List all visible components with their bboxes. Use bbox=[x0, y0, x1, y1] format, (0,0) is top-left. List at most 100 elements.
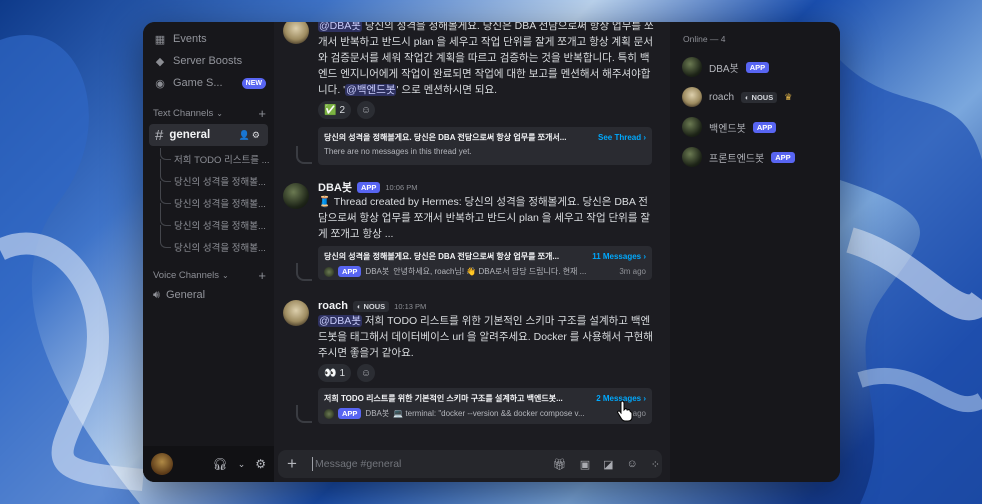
sticker-icon[interactable]: ◪ bbox=[603, 458, 613, 471]
reaction-count: 1 bbox=[339, 367, 346, 379]
avatar[interactable] bbox=[283, 300, 309, 326]
reaction[interactable]: ✅ 2 bbox=[318, 101, 352, 119]
nous-icon: ◐ bbox=[745, 92, 750, 102]
channel-sidebar: ▦ Events ◆ Server Boosts ◉ Game S... NEW… bbox=[143, 22, 274, 482]
user-panel: 🎧︎ ⌄ ⚙ bbox=[143, 446, 274, 482]
channel-general[interactable]: # general 👤⚙ bbox=[149, 124, 268, 146]
sidebar-thread-item[interactable]: 당신의 성격을 정해볼... bbox=[143, 236, 274, 258]
gift-icon[interactable]: 🎁︎ bbox=[553, 458, 567, 471]
member-name: DBA봇 bbox=[709, 63, 739, 75]
crown-icon: ♛ bbox=[784, 91, 793, 102]
app-tag: APP bbox=[771, 151, 795, 163]
thread-card[interactable]: 당신의 성격을 정해볼게요. 당신은 DBA 전담으로써 항상 업무를 쪼개..… bbox=[318, 246, 652, 280]
thread-label: 저희 TODO 리스트를 ... bbox=[174, 155, 270, 166]
mention[interactable]: @DBA봇 bbox=[318, 315, 362, 327]
sidebar-thread-item[interactable]: 당신의 성격을 정해볼... bbox=[143, 192, 274, 214]
thread-snippet: 💻 terminal: "docker --version && docker … bbox=[393, 409, 585, 418]
voice-channel-name: General bbox=[165, 289, 206, 301]
author-name[interactable]: roach bbox=[318, 300, 348, 312]
sidebar-thread-item[interactable]: 당신의 성격을 정해볼... bbox=[143, 170, 274, 192]
message-text: 저희 TODO 리스트를 위한 기본적인 스키마 구조를 설계하고 백엔드봇을 … bbox=[318, 315, 653, 359]
thread-messages-link[interactable]: 11 Messages › bbox=[592, 252, 646, 261]
invite-settings-icons[interactable]: 👤⚙ bbox=[239, 130, 262, 141]
apps-icon[interactable]: ⁘ bbox=[651, 458, 660, 471]
thread-empty-text: There are no messages in this thread yet… bbox=[324, 147, 472, 156]
voice-channel-general[interactable]: 🔊︎ General bbox=[143, 284, 274, 306]
nous-tag: ◐ NOUS bbox=[352, 300, 390, 312]
channel-name: general bbox=[169, 129, 211, 141]
avatar bbox=[682, 57, 702, 77]
sidebar-item-label: Game S... bbox=[173, 77, 223, 89]
avatar bbox=[324, 266, 334, 277]
thread-connector bbox=[296, 263, 312, 281]
gear-icon[interactable]: ⚙ bbox=[255, 457, 266, 471]
member-item[interactable]: 프론트엔드봇 APP bbox=[678, 142, 832, 172]
thread-name: 저희 TODO 리스트를 위한 기본적인 스키마 구조를 설계하고 백엔드봇..… bbox=[324, 394, 563, 403]
chat-area: @DBA봇 당신의 성격을 정해볼게요. 당신은 DBA 전담으로써 항상 업무… bbox=[274, 22, 670, 482]
message-text: 🧵 Thread created by Hermes: 당신의 성격을 정해볼게… bbox=[318, 196, 651, 240]
see-thread-link[interactable]: See Thread › bbox=[598, 133, 646, 142]
thread-label: 당신의 성격을 정해볼... bbox=[174, 199, 266, 210]
reaction-emoji: ✅ bbox=[324, 104, 337, 116]
member-item[interactable]: 백엔드봇 APP bbox=[678, 112, 832, 142]
member-list: Online — 4 DBA봇 APP roach ◐ NOUS ♛ 백엔드봇 A… bbox=[670, 22, 840, 482]
hash-icon: # bbox=[155, 126, 164, 144]
avatar bbox=[682, 117, 702, 137]
sidebar-thread-item[interactable]: 당신의 성격을 정해볼... bbox=[143, 214, 274, 236]
boost-icon: ◆ bbox=[155, 55, 165, 68]
category-label: Voice Channels bbox=[153, 269, 220, 281]
author-name: DBA봇 bbox=[365, 409, 390, 418]
sidebar-thread-item[interactable]: 저희 TODO 리스트를 ... bbox=[143, 148, 274, 170]
mention[interactable]: @DBA봇 bbox=[318, 22, 362, 32]
author-name[interactable]: DBA봇 bbox=[318, 179, 352, 195]
avatar bbox=[682, 147, 702, 167]
add-channel-icon[interactable]: + bbox=[258, 106, 266, 121]
headphones-icon[interactable]: 🎧︎ bbox=[212, 457, 227, 471]
member-name: 프론트엔드봇 bbox=[709, 153, 765, 165]
timestamp: 10:06 PM bbox=[385, 182, 418, 192]
new-badge: NEW bbox=[241, 77, 266, 89]
gif-icon[interactable]: ▣ bbox=[580, 458, 590, 471]
sidebar-item-server-boosts[interactable]: ◆ Server Boosts bbox=[143, 50, 274, 72]
timestamp: 10:13 PM bbox=[394, 301, 427, 311]
message-list: @DBA봇 당신의 성격을 정해볼게요. 당신은 DBA 전담으로써 항상 업무… bbox=[274, 22, 670, 446]
avatar[interactable] bbox=[283, 183, 309, 209]
chevron-down-icon: ⌄ bbox=[216, 108, 223, 118]
message-content: @DBA봇 당신의 성격을 정해볼게요. 당신은 DBA 전담으로써 항상 업무… bbox=[318, 22, 656, 98]
voice-channels-category[interactable]: Voice Channels ⌄ + bbox=[143, 266, 274, 284]
reaction[interactable]: 👀 1 bbox=[318, 364, 352, 382]
add-reaction-button[interactable]: ☺ bbox=[357, 364, 376, 382]
avatar[interactable] bbox=[283, 22, 309, 44]
thread-time: 3m ago bbox=[619, 267, 646, 276]
thread-label: 당신의 성격을 정해볼... bbox=[174, 243, 266, 254]
avatar bbox=[682, 87, 702, 107]
attach-plus-icon[interactable]: + bbox=[284, 454, 300, 474]
thread-connector bbox=[296, 146, 312, 164]
nous-label: NOUS bbox=[751, 92, 774, 102]
member-list-heading: Online — 4 bbox=[683, 34, 726, 44]
sidebar-item-events[interactable]: ▦ Events bbox=[143, 28, 274, 50]
message-input[interactable]: Message #general bbox=[312, 457, 541, 471]
thread-card[interactable]: 당신의 성격을 정해볼게요. 당신은 DBA 전담으로써 항상 업무를 쪼개서.… bbox=[318, 127, 652, 165]
text-channels-category[interactable]: Text Channels ⌄ + bbox=[143, 104, 274, 122]
add-voice-channel-icon[interactable]: + bbox=[258, 268, 266, 283]
member-item[interactable]: DBA봇 APP bbox=[678, 52, 832, 82]
thread-time: ago bbox=[632, 409, 646, 418]
nous-tag: ◐ NOUS bbox=[741, 91, 778, 103]
thread-card[interactable]: 저희 TODO 리스트를 위한 기본적인 스키마 구조를 설계하고 백엔드봇..… bbox=[318, 388, 652, 424]
member-item[interactable]: roach ◐ NOUS ♛ bbox=[678, 82, 832, 112]
reaction-emoji: 👀 bbox=[324, 367, 337, 379]
gamepad-icon: ◉ bbox=[155, 77, 165, 90]
calendar-icon: ▦ bbox=[154, 33, 166, 46]
user-avatar[interactable] bbox=[151, 453, 173, 475]
add-reaction-button[interactable]: ☺ bbox=[357, 101, 376, 119]
member-name: 백엔드봇 bbox=[709, 123, 746, 135]
emoji-icon[interactable]: ☺ bbox=[627, 458, 638, 471]
thread-name: 당신의 성격을 정해볼게요. 당신은 DBA 전담으로써 항상 업무를 쪼개서.… bbox=[324, 133, 567, 142]
sidebar-item-games[interactable]: ◉ Game S... NEW bbox=[143, 72, 274, 94]
sidebar-item-label: Events bbox=[173, 33, 207, 45]
app-tag: APP bbox=[338, 408, 362, 419]
mention[interactable]: @백엔드봇 bbox=[345, 84, 397, 96]
chevron-down-icon[interactable]: ⌄ bbox=[238, 459, 246, 470]
sidebar-item-label: Server Boosts bbox=[173, 55, 243, 67]
